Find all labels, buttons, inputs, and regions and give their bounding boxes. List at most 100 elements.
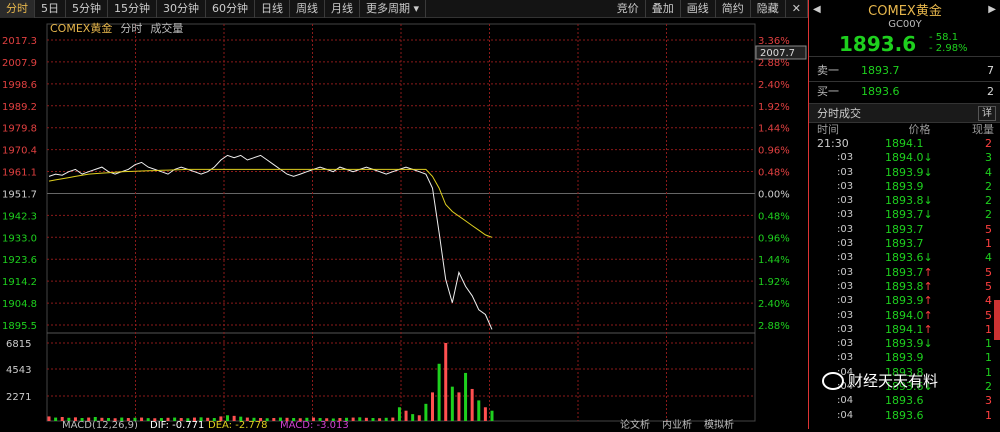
volume-bar: [371, 418, 375, 421]
trade-volume: 5: [985, 265, 992, 279]
chart-canvas[interactable]: 2017.3 3.36% 2007.9 2.88% 1998.6 2.40% 1989.2 1…: [0, 18, 808, 431]
intraday-chart[interactable]: COMEX黄金 分时 成交量 2017.3 3.36% 2007.9 2.88% 199…: [0, 18, 808, 431]
toolbar-tool-4[interactable]: 隐藏: [751, 0, 786, 18]
price-tick-label: 1979.8: [2, 124, 37, 135]
period-tab-6[interactable]: 日线: [255, 0, 290, 18]
legend-title: COMEX黄金: [50, 22, 113, 35]
trade-price: 1893.9↓: [881, 166, 968, 180]
trade-price-value: 1893.9: [885, 294, 924, 308]
trade-volume: 5: [985, 308, 992, 322]
col-time: 时间: [817, 123, 839, 136]
trade-price: 1893.9↑: [881, 294, 968, 308]
period-tab-9[interactable]: 更多周期 ▾: [360, 0, 427, 18]
trade-row: :03 1893.7↑ 5: [809, 266, 1000, 280]
trade-time: :03: [837, 166, 854, 178]
arrow-down-icon: ↓: [923, 251, 933, 265]
price-tick-label: 1904.8: [2, 299, 37, 310]
detail-button[interactable]: 详: [978, 106, 996, 121]
volume-bar: [490, 410, 494, 421]
trade-price-value: 1894.1: [885, 322, 924, 336]
trade-time: :03: [837, 338, 854, 350]
volume-bar: [364, 417, 368, 421]
price-tick-label: 1895.5: [2, 321, 37, 332]
trade-row: :04 1893.6 1: [809, 409, 1000, 423]
volume-bar: [457, 392, 461, 421]
volume-bar: [417, 415, 421, 421]
volume-bar: [272, 418, 276, 421]
trade-time: :03: [837, 223, 854, 235]
price-tick-label: 1970.4: [2, 146, 37, 157]
col-volume: 现量: [972, 123, 994, 136]
trade-price-value: 1893.6: [885, 251, 924, 265]
arrow-down-icon: ↓: [923, 337, 933, 351]
trade-row: :03 1893.9 1: [809, 351, 1000, 365]
toolbar-tool-3[interactable]: 简约: [716, 0, 751, 18]
volume-bar: [450, 386, 454, 421]
trade-price: 1893.7: [881, 237, 968, 251]
trade-price: 1894.1: [881, 137, 968, 151]
bid-volume: 2: [987, 85, 994, 98]
percent-tick-label: 0.48%: [758, 211, 790, 222]
trade-price-value: 1893.9: [885, 351, 924, 365]
volume-tick-label: 6815: [6, 339, 31, 350]
last-price: 1893.6: [839, 32, 917, 56]
percent-tick-label: 2.40%: [758, 80, 790, 91]
trade-price-value: 1893.7: [885, 265, 924, 279]
volume-bar: [358, 417, 362, 421]
trade-time: 21:30: [817, 137, 849, 150]
macd-label: MACD: -3.013: [280, 420, 349, 429]
volume-tick-label: 4543: [6, 365, 31, 376]
trade-volume: 1: [985, 365, 992, 379]
percent-tick-label: 0.48%: [758, 168, 790, 179]
trade-price-value: 1893.9: [885, 179, 924, 193]
volume-bar: [444, 343, 448, 421]
trade-row: :03 1893.7 1: [809, 237, 1000, 251]
trade-time: :03: [837, 280, 854, 292]
trade-price-value: 1894.1: [885, 137, 924, 150]
chart-legend: COMEX黄金 分时 成交量: [50, 20, 183, 36]
trade-row: :03 1893.8↑ 5: [809, 280, 1000, 294]
price-tick-label: 1914.2: [2, 277, 37, 288]
volume-bar: [351, 417, 355, 421]
trade-volume: 1: [985, 351, 992, 365]
volume-bar: [430, 392, 434, 421]
trade-price: 1893.8↑: [881, 280, 968, 294]
macd-label: DIF: -0.771: [150, 420, 204, 429]
panel-edge-tab[interactable]: [994, 300, 1000, 340]
period-tab-1[interactable]: 5日: [35, 0, 66, 18]
trade-time: :03: [837, 309, 854, 321]
toolbar-tool-2[interactable]: 画线: [681, 0, 716, 18]
trade-price-value: 1893.8: [885, 279, 924, 293]
trade-volume: 4: [985, 251, 992, 265]
volume-tick-label: 2271: [6, 392, 31, 403]
trade-time: :03: [837, 152, 854, 164]
price-tick-label: 1961.1: [2, 168, 37, 179]
trade-time: :03: [837, 323, 854, 335]
period-tab-8[interactable]: 月线: [325, 0, 360, 18]
price-tick-label: 1989.2: [2, 102, 37, 113]
period-tab-2[interactable]: 5分钟: [66, 0, 108, 18]
period-tabs: 分时 5日 5分钟 15分钟 30分钟 60分钟 日线 周线 月线 更多周期 ▾: [0, 0, 427, 18]
trade-volume: 4: [985, 294, 992, 308]
bid-label: 买一: [817, 85, 839, 98]
period-tab-0[interactable]: 分时: [0, 0, 35, 18]
col-price: 价格: [908, 123, 931, 136]
period-tab-3[interactable]: 15分钟: [108, 0, 157, 18]
toolbar-tool-0[interactable]: 竞价: [611, 0, 646, 18]
trade-row: :04 1893.6 3: [809, 394, 1000, 408]
trade-row: :03 1894.1↑ 1: [809, 323, 1000, 337]
toolbar-tool-1[interactable]: 叠加: [646, 0, 681, 18]
volume-bar: [464, 372, 468, 421]
trade-volume: 5: [985, 279, 992, 293]
trade-row: :03 1893.8↓ 2: [809, 194, 1000, 208]
trade-row: :03 1893.9 2: [809, 180, 1000, 194]
period-tab-7[interactable]: 周线: [290, 0, 325, 18]
close-icon[interactable]: ✕: [786, 0, 808, 18]
period-tab-5[interactable]: 60分钟: [206, 0, 255, 18]
period-tab-4[interactable]: 30分钟: [157, 0, 206, 18]
trade-price: 1893.7↑: [881, 266, 968, 280]
trade-price: 1893.7: [881, 223, 968, 237]
trade-section-title: 分时成交: [817, 107, 861, 120]
volume-bar: [424, 403, 428, 421]
arrow-down-icon: ↓: [923, 194, 933, 208]
